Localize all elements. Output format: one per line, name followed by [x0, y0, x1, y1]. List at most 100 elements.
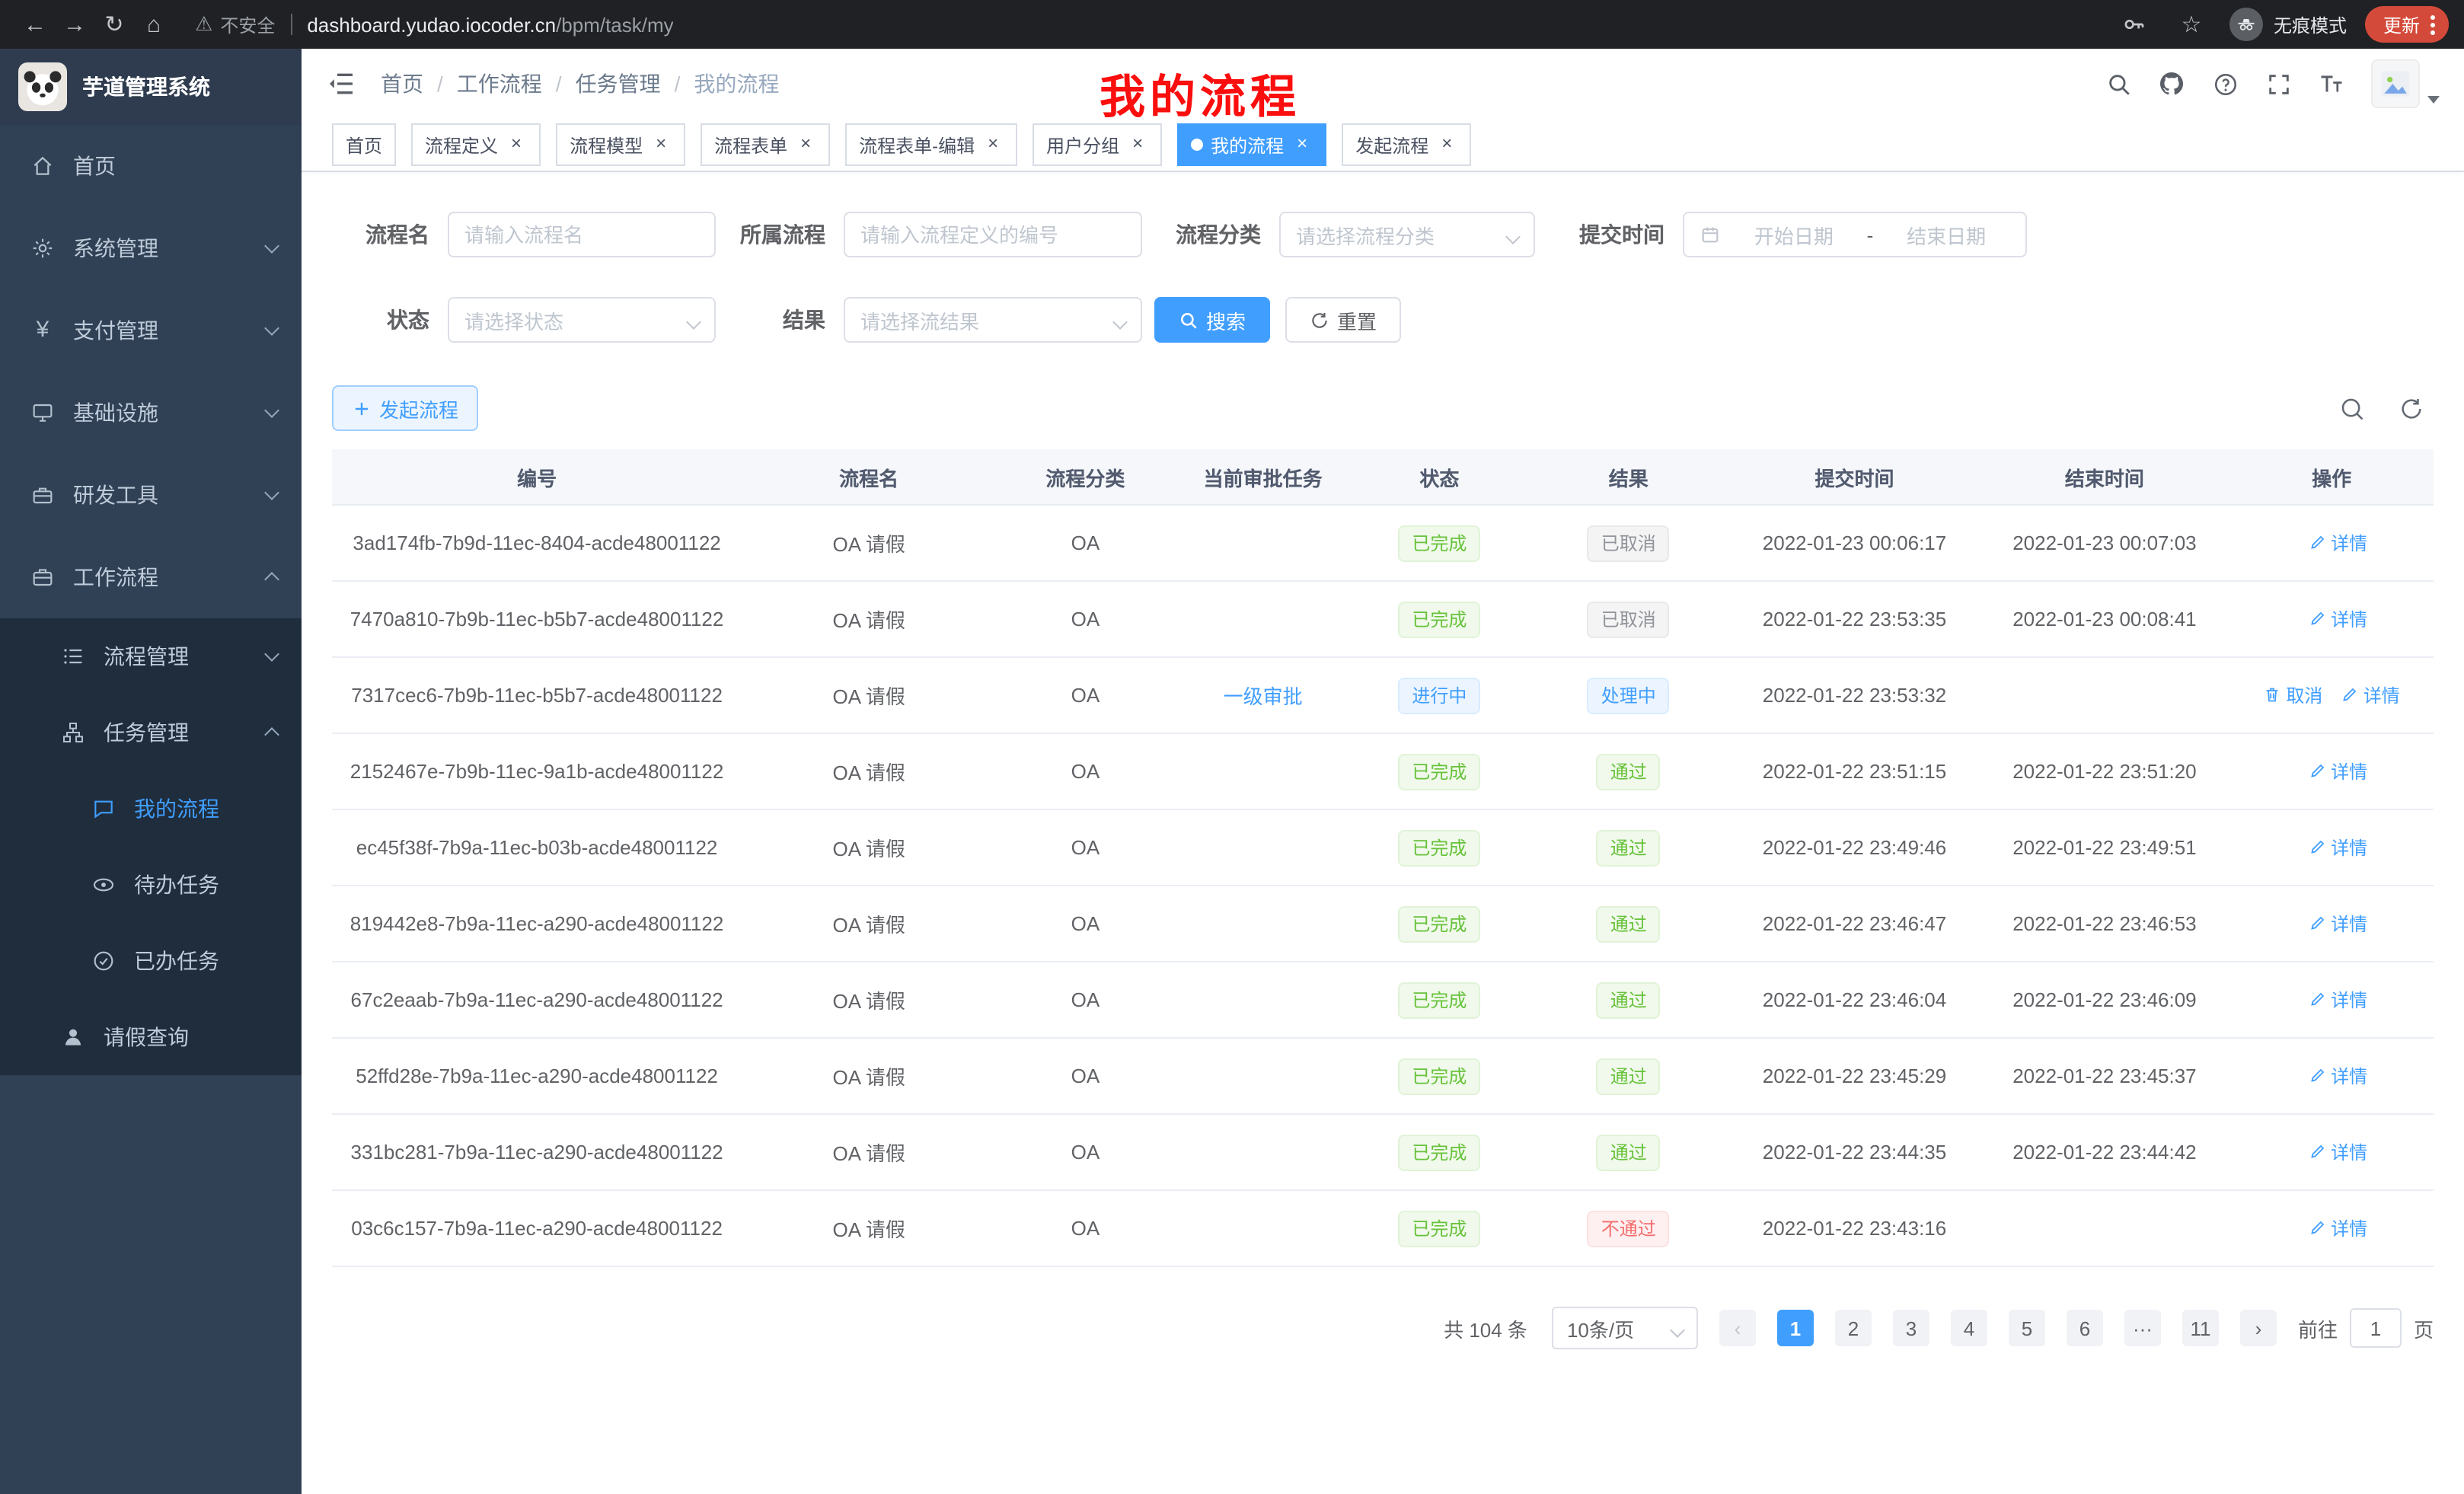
github-icon[interactable] [2158, 70, 2185, 97]
submit-time-range-picker[interactable]: 开始日期 - 结束日期 [1683, 212, 2027, 257]
page-button[interactable]: 6 [2067, 1310, 2103, 1346]
current-task-link[interactable]: 一级审批 [1224, 681, 1303, 710]
page-size-select[interactable]: 10条/页 [1552, 1307, 1698, 1349]
calendar-icon [1700, 224, 1721, 245]
status-select[interactable]: 请选择状态 [448, 297, 716, 343]
start-date-placeholder: 开始日期 [1730, 220, 1858, 249]
close-icon[interactable]: × [982, 134, 1004, 155]
submit-time: 2022-01-22 23:45:29 [1729, 1038, 1979, 1114]
start-process-label: 发起流程 [379, 394, 458, 423]
reset-button[interactable]: 重置 [1285, 297, 1401, 343]
toolbar-search-icon[interactable] [2339, 395, 2365, 421]
browser-home-button[interactable]: ⌂ [134, 5, 174, 44]
breadcrumb-item[interactable]: 首页 [381, 69, 423, 99]
current-task-cell [1175, 581, 1352, 657]
toolbox-icon [30, 483, 55, 507]
close-icon[interactable]: × [506, 134, 527, 155]
tab-process-form-edit[interactable]: 流程表单-编辑× [845, 123, 1017, 166]
result-select[interactable]: 请选择流结果 [844, 297, 1142, 343]
close-icon[interactable]: × [1127, 134, 1148, 155]
forward-button[interactable]: → [55, 5, 94, 44]
sidebar-fold-icon[interactable] [326, 69, 356, 99]
toolbar-refresh-icon[interactable] [2399, 395, 2424, 421]
tab-label: 首页 [346, 132, 382, 158]
tab-process-model[interactable]: 流程模型× [556, 123, 685, 166]
breadcrumb-current: 我的流程 [694, 69, 779, 99]
help-icon[interactable] [2211, 70, 2239, 97]
gear-icon [30, 236, 55, 260]
detail-link[interactable]: 详情 [2308, 530, 2367, 556]
next-page-button[interactable]: › [2240, 1310, 2277, 1346]
edit-icon [2341, 686, 2359, 704]
sidebar-item-leave-query[interactable]: 请假查询 [0, 999, 302, 1075]
font-size-icon[interactable] [2318, 70, 2345, 97]
detail-link[interactable]: 详情 [2308, 835, 2367, 860]
sidebar-item-process-management[interactable]: 流程管理 [0, 618, 302, 694]
detail-link[interactable]: 详情 [2308, 911, 2367, 937]
avatar[interactable] [2371, 59, 2420, 108]
result-cell: 通过 [1527, 962, 1729, 1038]
security-indicator[interactable]: ⚠ 不安全 [195, 11, 275, 37]
status-tag: 已完成 [1398, 829, 1480, 866]
start-process-button[interactable]: 发起流程 [332, 385, 478, 431]
goto-page-input[interactable] [2350, 1308, 2402, 1348]
page-button[interactable]: 5 [2009, 1310, 2045, 1346]
tab-process-form[interactable]: 流程表单× [701, 123, 830, 166]
page-button-active[interactable]: 1 [1777, 1310, 1814, 1346]
chevron-down-icon [264, 485, 279, 500]
search-button[interactable]: 搜索 [1154, 297, 1270, 343]
submit-time: 2022-01-22 23:43:16 [1729, 1190, 1979, 1266]
sidebar-item-home[interactable]: 首页 [0, 125, 302, 207]
detail-link[interactable]: 详情 [2308, 1139, 2367, 1165]
tab-home[interactable]: 首页 [332, 123, 396, 166]
fullscreen-icon[interactable] [2265, 70, 2292, 97]
sidebar-item-task-management[interactable]: 任务管理 [0, 694, 302, 771]
cancel-link[interactable]: 取消 [2263, 682, 2322, 708]
process-name-input[interactable] [464, 223, 699, 246]
page-button[interactable]: 2 [1835, 1310, 1872, 1346]
address-bar[interactable]: ⚠ 不安全 dashboard.yudao.iocoder.cn/bpm/tas… [195, 11, 2114, 37]
detail-link[interactable]: 详情 [2308, 1063, 2367, 1089]
user-menu[interactable] [2371, 59, 2440, 108]
page-button[interactable]: 11 [2182, 1310, 2219, 1346]
sidebar-item-payment[interactable]: ¥ 支付管理 [0, 289, 302, 372]
search-icon[interactable] [2105, 70, 2132, 97]
page-button[interactable]: 4 [1951, 1310, 1987, 1346]
key-icon[interactable] [2114, 5, 2153, 44]
submit-time: 2022-01-22 23:51:15 [1729, 733, 1979, 809]
back-button[interactable]: ← [15, 5, 55, 44]
detail-link[interactable]: 详情 [2308, 758, 2367, 784]
sidebar-item-infrastructure[interactable]: 基础设施 [0, 372, 302, 454]
reload-button[interactable]: ↻ [94, 5, 134, 44]
detail-link[interactable]: 详情 [2341, 682, 2400, 708]
detail-link[interactable]: 详情 [2308, 1215, 2367, 1241]
breadcrumb-item[interactable]: 任务管理 [576, 69, 661, 99]
total-count: 共 104 条 [1444, 1314, 1527, 1342]
prev-page-button[interactable]: ‹ [1719, 1310, 1756, 1346]
category-select[interactable]: 请选择流程分类 [1279, 212, 1535, 257]
tab-user-group[interactable]: 用户分组× [1033, 123, 1162, 166]
process-definition-input[interactable] [860, 223, 1125, 246]
close-icon[interactable]: × [1291, 134, 1313, 155]
close-icon[interactable]: × [650, 134, 672, 155]
result-tag: 通过 [1597, 1058, 1661, 1094]
tab-my-processes[interactable]: 我的流程× [1177, 123, 1326, 166]
update-button[interactable]: 更新 [2365, 6, 2449, 43]
chevron-down-icon [264, 321, 279, 336]
bookmark-star-icon[interactable]: ☆ [2172, 5, 2211, 44]
close-icon[interactable]: × [795, 134, 816, 155]
sidebar-item-done-tasks[interactable]: 已办任务 [0, 923, 302, 999]
process-name: OA 请假 [742, 962, 996, 1038]
sidebar-item-workflow[interactable]: 工作流程 [0, 536, 302, 618]
sidebar-item-todo-tasks[interactable]: 待办任务 [0, 847, 302, 923]
sidebar-item-my-processes[interactable]: 我的流程 [0, 771, 302, 847]
detail-link[interactable]: 详情 [2308, 987, 2367, 1013]
breadcrumb-item[interactable]: 工作流程 [457, 69, 542, 99]
tab-start-process[interactable]: 发起流程× [1342, 123, 1471, 166]
detail-link[interactable]: 详情 [2308, 606, 2367, 632]
close-icon[interactable]: × [1436, 134, 1457, 155]
sidebar-item-devtools[interactable]: 研发工具 [0, 454, 302, 536]
page-button[interactable]: 3 [1893, 1310, 1929, 1346]
tab-process-definition[interactable]: 流程定义× [411, 123, 541, 166]
sidebar-item-system[interactable]: 系统管理 [0, 207, 302, 289]
